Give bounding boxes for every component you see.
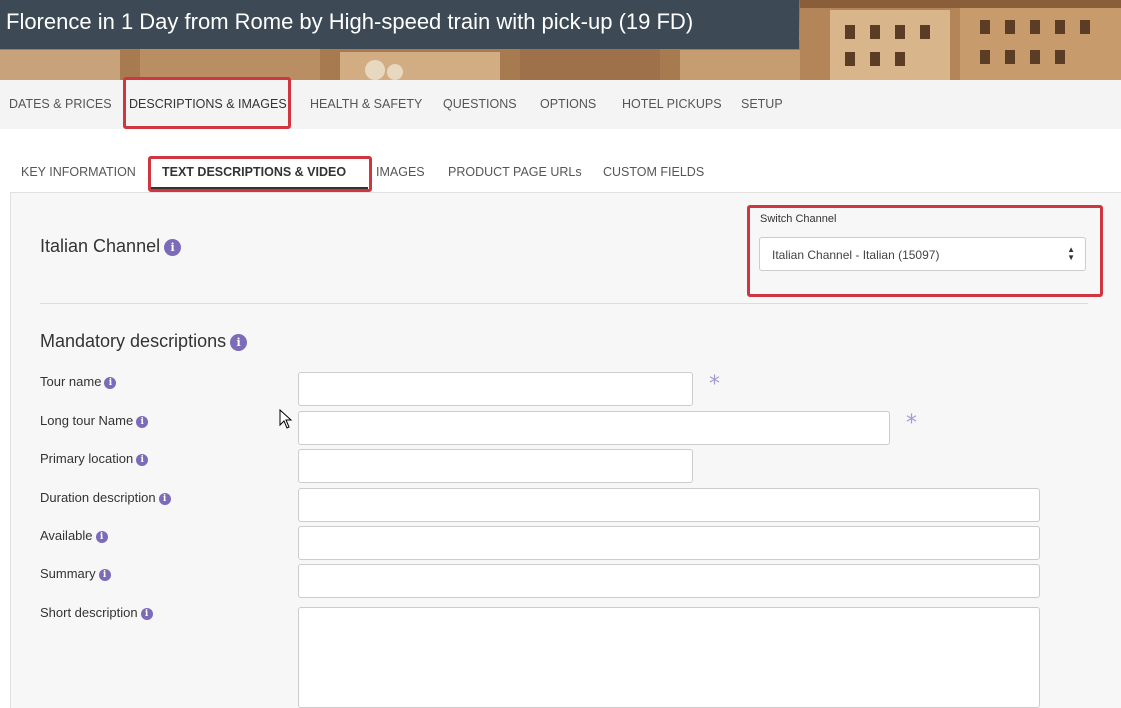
field-label-text: Tour name (40, 374, 102, 389)
header-banner: Florence in 1 Day from Rome by High-spee… (0, 0, 1121, 80)
tab-dates-prices[interactable]: DATES & PRICES (9, 97, 112, 111)
primary-location-input[interactable] (298, 449, 693, 483)
info-icon[interactable]: i (158, 493, 171, 505)
mouse-pointer-icon (279, 409, 293, 429)
required-asterisk: * (709, 372, 720, 397)
duration-description-label: Duration description i (40, 490, 171, 505)
long-tour-name-input[interactable] (298, 411, 890, 445)
sort-arrows-icon: ▲ ▼ (1067, 245, 1075, 262)
info-icon[interactable]: i (104, 377, 117, 389)
available-label: Available i (40, 528, 108, 543)
duration-description-input[interactable] (298, 488, 1040, 522)
section-divider (40, 303, 1088, 304)
field-label-text: Available (40, 528, 93, 543)
subtab-product-page-urls[interactable]: PRODUCT PAGE URLs (448, 165, 582, 179)
active-subtab-underline (150, 187, 368, 190)
channel-heading: Italian Channel i (40, 236, 182, 257)
main-tab-bar: DATES & PRICES DESCRIPTIONS & IMAGES HEA… (0, 80, 1121, 129)
primary-location-label: Primary location i (40, 451, 149, 466)
subtab-images[interactable]: IMAGES (376, 165, 425, 179)
page-title: Florence in 1 Day from Rome by High-spee… (6, 9, 694, 34)
title-bar: Florence in 1 Day from Rome by High-spee… (0, 0, 799, 49)
field-label-text: Primary location (40, 451, 134, 466)
subtab-custom-fields[interactable]: CUSTOM FIELDS (603, 165, 704, 179)
field-label-text: Summary (40, 566, 96, 581)
section-title: Mandatory descriptions (40, 331, 227, 351)
info-icon[interactable]: i (230, 334, 248, 351)
required-asterisk: * (906, 411, 917, 436)
available-input[interactable] (298, 526, 1040, 560)
info-icon[interactable]: i (136, 416, 149, 428)
tab-descriptions-images[interactable]: DESCRIPTIONS & IMAGES (129, 97, 287, 111)
info-icon[interactable]: i (136, 454, 149, 466)
subtab-key-information[interactable]: KEY INFORMATION (21, 165, 136, 179)
mandatory-descriptions-heading: Mandatory descriptions i (40, 331, 248, 352)
info-icon[interactable]: i (140, 608, 153, 620)
summary-input[interactable] (298, 564, 1040, 598)
field-label-text: Short description (40, 605, 138, 620)
short-description-textarea[interactable] (298, 607, 1040, 708)
tour-name-input[interactable] (298, 372, 693, 406)
info-icon[interactable]: i (164, 239, 182, 256)
tab-health-safety[interactable]: HEALTH & SAFETY (310, 97, 422, 111)
tab-setup[interactable]: SETUP (741, 97, 783, 111)
info-icon[interactable]: i (95, 531, 108, 543)
channel-title: Italian Channel (40, 236, 161, 256)
switch-channel-value: Italian Channel - Italian (15097) (772, 248, 940, 262)
info-icon[interactable]: i (98, 569, 111, 581)
long-tour-name-label: Long tour Name i (40, 413, 149, 428)
tour-name-label: Tour name i (40, 374, 117, 389)
switch-channel-select[interactable]: Italian Channel - Italian (15097) ▲ ▼ (759, 237, 1086, 271)
field-label-text: Duration description (40, 490, 156, 505)
tab-hotel-pickups[interactable]: HOTEL PICKUPS (622, 97, 722, 111)
subtab-text-descriptions-video[interactable]: TEXT DESCRIPTIONS & VIDEO (162, 165, 346, 179)
summary-label: Summary i (40, 566, 111, 581)
short-description-label: Short description i (40, 605, 153, 620)
sub-tab-bar: KEY INFORMATION TEXT DESCRIPTIONS & VIDE… (0, 129, 1121, 192)
tab-questions[interactable]: QUESTIONS (443, 97, 517, 111)
field-label-text: Long tour Name (40, 413, 134, 428)
tab-options[interactable]: OPTIONS (540, 97, 596, 111)
switch-channel-label: Switch Channel (760, 213, 837, 225)
